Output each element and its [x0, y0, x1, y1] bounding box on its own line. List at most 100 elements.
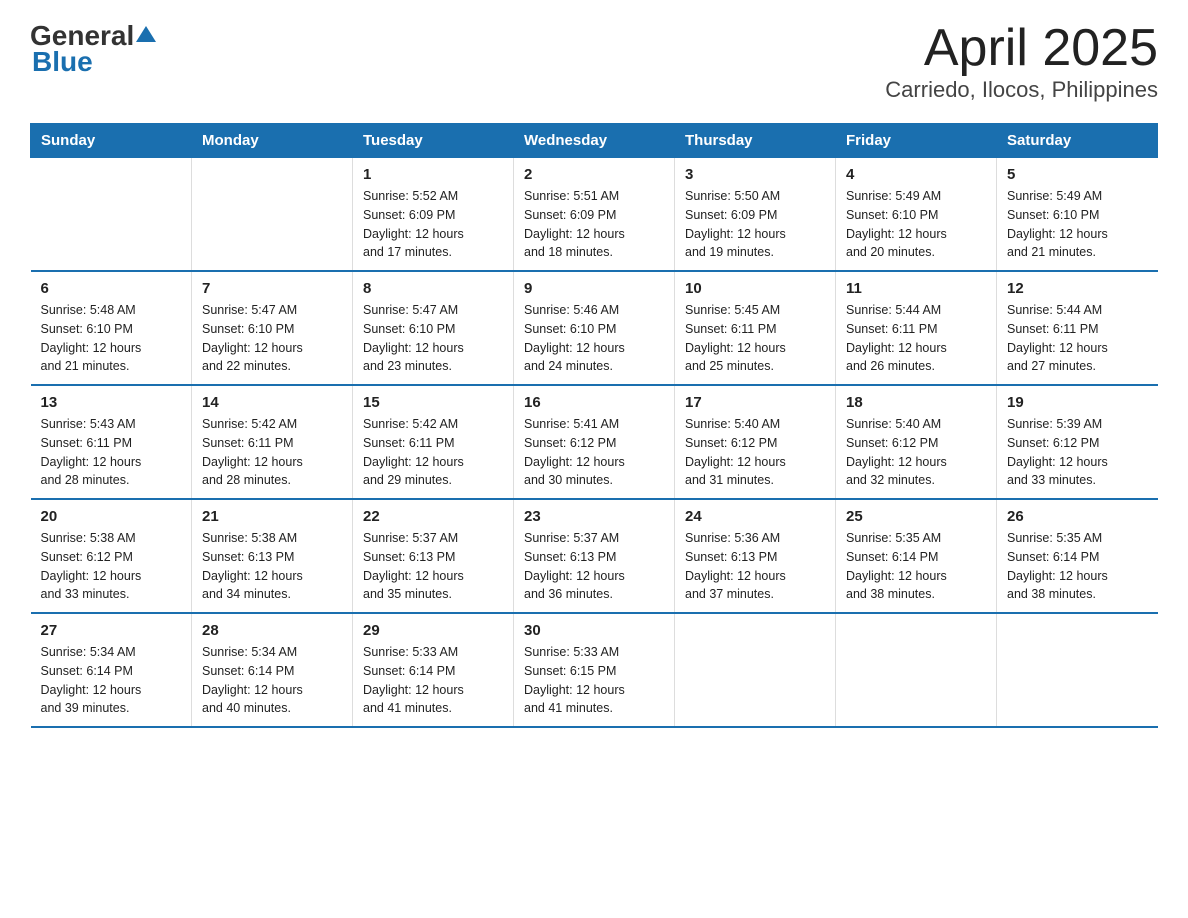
day-info: Sunrise: 5:45 AM Sunset: 6:11 PM Dayligh… [685, 301, 825, 376]
col-saturday: Saturday [997, 124, 1158, 158]
day-info: Sunrise: 5:44 AM Sunset: 6:11 PM Dayligh… [1007, 301, 1148, 376]
day-number: 9 [524, 280, 664, 297]
calendar-cell: 12 Sunrise: 5:44 AM Sunset: 6:11 PM Dayli… [997, 271, 1158, 385]
calendar-cell: 13Sunrise: 5:43 AM Sunset: 6:11 PM Dayli… [31, 385, 192, 499]
calendar-cell: 2 Sunrise: 5:51 AM Sunset: 6:09 PM Daylig… [514, 158, 675, 272]
day-info: Sunrise: 5:35 AM Sunset: 6:14 PM Dayligh… [1007, 529, 1148, 604]
day-info: Sunrise: 5:34 AM Sunset: 6:14 PM Dayligh… [41, 643, 182, 718]
day-info: Sunrise: 5:37 AM Sunset: 6:13 PM Dayligh… [524, 529, 664, 604]
day-number: 14 [202, 394, 342, 411]
calendar-cell: 8 Sunrise: 5:47 AM Sunset: 6:10 PM Daylig… [353, 271, 514, 385]
calendar-cell: 25 Sunrise: 5:35 AM Sunset: 6:14 PM Dayli… [836, 499, 997, 613]
calendar-cell [675, 613, 836, 727]
day-number: 23 [524, 508, 664, 525]
day-info: Sunrise: 5:47 AM Sunset: 6:10 PM Dayligh… [363, 301, 503, 376]
calendar-cell: 24 Sunrise: 5:36 AM Sunset: 6:13 PM Dayli… [675, 499, 836, 613]
day-number: 15 [363, 394, 503, 411]
calendar-cell: 5Sunrise: 5:49 AM Sunset: 6:10 PM Daylig… [997, 158, 1158, 272]
day-info: Sunrise: 5:51 AM Sunset: 6:09 PM Dayligh… [524, 187, 664, 262]
day-info: Sunrise: 5:43 AM Sunset: 6:11 PM Dayligh… [41, 415, 182, 490]
calendar-cell: 16 Sunrise: 5:41 AM Sunset: 6:12 PM Dayli… [514, 385, 675, 499]
day-info: Sunrise: 5:49 AM Sunset: 6:10 PM Dayligh… [846, 187, 986, 262]
day-number: 28 [202, 622, 342, 639]
calendar-cell: 15 Sunrise: 5:42 AM Sunset: 6:11 PM Dayli… [353, 385, 514, 499]
day-info: Sunrise: 5:36 AM Sunset: 6:13 PM Dayligh… [685, 529, 825, 604]
day-number: 6 [41, 280, 182, 297]
calendar-cell [31, 158, 192, 272]
day-info: Sunrise: 5:42 AM Sunset: 6:11 PM Dayligh… [363, 415, 503, 490]
day-info: Sunrise: 5:33 AM Sunset: 6:14 PM Dayligh… [363, 643, 503, 718]
day-number: 7 [202, 280, 342, 297]
calendar-cell: 23 Sunrise: 5:37 AM Sunset: 6:13 PM Dayli… [514, 499, 675, 613]
calendar-cell: 28Sunrise: 5:34 AM Sunset: 6:14 PM Dayli… [192, 613, 353, 727]
calendar-week-row: 20 Sunrise: 5:38 AM Sunset: 6:12 PM Dayli… [31, 499, 1158, 613]
calendar-cell: 7 Sunrise: 5:47 AM Sunset: 6:10 PM Daylig… [192, 271, 353, 385]
day-number: 30 [524, 622, 664, 639]
calendar-cell: 26 Sunrise: 5:35 AM Sunset: 6:14 PM Dayli… [997, 499, 1158, 613]
logo-text-blue: Blue [32, 46, 93, 78]
title-block: April 2025 Carriedo, Ilocos, Philippines [885, 20, 1158, 103]
calendar-cell: 20 Sunrise: 5:38 AM Sunset: 6:12 PM Dayli… [31, 499, 192, 613]
day-number: 2 [524, 166, 664, 183]
logo: General Blue [30, 20, 156, 78]
calendar-cell: 27 Sunrise: 5:34 AM Sunset: 6:14 PM Dayli… [31, 613, 192, 727]
calendar-cell [836, 613, 997, 727]
day-number: 8 [363, 280, 503, 297]
day-number: 11 [846, 280, 986, 297]
day-info: Sunrise: 5:52 AM Sunset: 6:09 PM Dayligh… [363, 187, 503, 262]
calendar-subtitle: Carriedo, Ilocos, Philippines [885, 77, 1158, 103]
calendar-cell: 6 Sunrise: 5:48 AM Sunset: 6:10 PM Daylig… [31, 271, 192, 385]
day-number: 19 [1007, 394, 1148, 411]
day-number: 16 [524, 394, 664, 411]
calendar-cell: 22Sunrise: 5:37 AM Sunset: 6:13 PM Dayli… [353, 499, 514, 613]
day-number: 27 [41, 622, 182, 639]
day-number: 20 [41, 508, 182, 525]
day-info: Sunrise: 5:37 AM Sunset: 6:13 PM Dayligh… [363, 529, 503, 604]
day-number: 3 [685, 166, 825, 183]
day-info: Sunrise: 5:38 AM Sunset: 6:12 PM Dayligh… [41, 529, 182, 604]
day-number: 29 [363, 622, 503, 639]
calendar-cell [997, 613, 1158, 727]
col-tuesday: Tuesday [353, 124, 514, 158]
calendar-cell: 14Sunrise: 5:42 AM Sunset: 6:11 PM Dayli… [192, 385, 353, 499]
calendar-body: 1 Sunrise: 5:52 AM Sunset: 6:09 PM Daylig… [31, 158, 1158, 728]
day-number: 25 [846, 508, 986, 525]
calendar-cell: 19 Sunrise: 5:39 AM Sunset: 6:12 PM Dayli… [997, 385, 1158, 499]
col-thursday: Thursday [675, 124, 836, 158]
calendar-week-row: 27 Sunrise: 5:34 AM Sunset: 6:14 PM Dayli… [31, 613, 1158, 727]
calendar-cell: 4Sunrise: 5:49 AM Sunset: 6:10 PM Daylig… [836, 158, 997, 272]
calendar-week-row: 1 Sunrise: 5:52 AM Sunset: 6:09 PM Daylig… [31, 158, 1158, 272]
calendar-cell [192, 158, 353, 272]
col-monday: Monday [192, 124, 353, 158]
calendar-cell: 21Sunrise: 5:38 AM Sunset: 6:13 PM Dayli… [192, 499, 353, 613]
calendar-week-row: 6 Sunrise: 5:48 AM Sunset: 6:10 PM Daylig… [31, 271, 1158, 385]
day-info: Sunrise: 5:50 AM Sunset: 6:09 PM Dayligh… [685, 187, 825, 262]
day-number: 12 [1007, 280, 1148, 297]
day-number: 24 [685, 508, 825, 525]
calendar-cell: 18 Sunrise: 5:40 AM Sunset: 6:12 PM Dayli… [836, 385, 997, 499]
calendar-cell: 11Sunrise: 5:44 AM Sunset: 6:11 PM Dayli… [836, 271, 997, 385]
col-wednesday: Wednesday [514, 124, 675, 158]
day-number: 10 [685, 280, 825, 297]
day-number: 18 [846, 394, 986, 411]
day-info: Sunrise: 5:49 AM Sunset: 6:10 PM Dayligh… [1007, 187, 1148, 262]
calendar-cell: 10 Sunrise: 5:45 AM Sunset: 6:11 PM Dayli… [675, 271, 836, 385]
day-info: Sunrise: 5:33 AM Sunset: 6:15 PM Dayligh… [524, 643, 664, 718]
calendar-header: Sunday Monday Tuesday Wednesday Thursday… [31, 124, 1158, 158]
calendar-cell: 3 Sunrise: 5:50 AM Sunset: 6:09 PM Daylig… [675, 158, 836, 272]
calendar-title: April 2025 [885, 20, 1158, 77]
calendar-week-row: 13Sunrise: 5:43 AM Sunset: 6:11 PM Dayli… [31, 385, 1158, 499]
day-info: Sunrise: 5:48 AM Sunset: 6:10 PM Dayligh… [41, 301, 182, 376]
day-info: Sunrise: 5:47 AM Sunset: 6:10 PM Dayligh… [202, 301, 342, 376]
day-number: 26 [1007, 508, 1148, 525]
calendar-table: Sunday Monday Tuesday Wednesday Thursday… [30, 123, 1158, 728]
day-info: Sunrise: 5:39 AM Sunset: 6:12 PM Dayligh… [1007, 415, 1148, 490]
calendar-cell: 1 Sunrise: 5:52 AM Sunset: 6:09 PM Daylig… [353, 158, 514, 272]
day-info: Sunrise: 5:41 AM Sunset: 6:12 PM Dayligh… [524, 415, 664, 490]
day-info: Sunrise: 5:35 AM Sunset: 6:14 PM Dayligh… [846, 529, 986, 604]
day-info: Sunrise: 5:46 AM Sunset: 6:10 PM Dayligh… [524, 301, 664, 376]
day-number: 1 [363, 166, 503, 183]
calendar-cell: 29 Sunrise: 5:33 AM Sunset: 6:14 PM Dayli… [353, 613, 514, 727]
col-friday: Friday [836, 124, 997, 158]
day-info: Sunrise: 5:40 AM Sunset: 6:12 PM Dayligh… [846, 415, 986, 490]
